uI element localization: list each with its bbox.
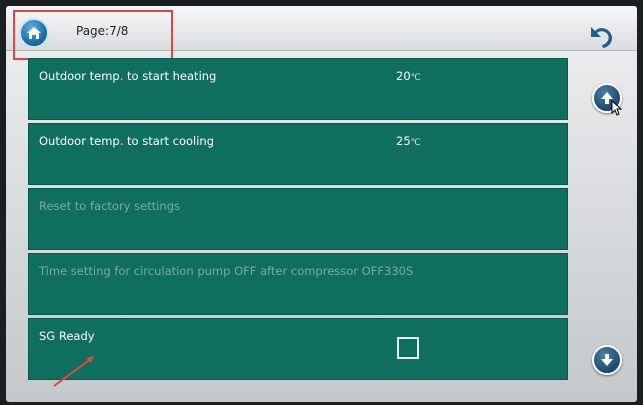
home-icon — [27, 27, 41, 39]
annotation-arrow-icon — [53, 356, 94, 387]
setting-value: 330S — [384, 264, 414, 278]
undo-back-icon — [591, 27, 613, 48]
mouse-cursor-icon — [611, 100, 623, 116]
setting-label: Outdoor temp. to start cooling — [39, 134, 215, 148]
arrow-down-icon — [601, 354, 613, 366]
setting-row-factory-reset[interactable]: Reset to factory settings — [28, 188, 568, 250]
setting-value: 25℃ — [396, 134, 421, 148]
home-button[interactable] — [19, 18, 49, 48]
setting-label: Time setting for circulation pump OFF af… — [39, 264, 384, 278]
hmi-screen: Page:7/8 Outdoor temp. to start heating … — [6, 6, 637, 402]
setting-label: Reset to factory settings — [39, 199, 180, 213]
page-indicator: Page:7/8 — [76, 24, 129, 38]
sg-ready-checkbox[interactable] — [397, 337, 419, 359]
settings-list: Outdoor temp. to start heating 20℃ Outdo… — [28, 58, 568, 383]
setting-label: Outdoor temp. to start heating — [39, 69, 217, 83]
setting-row-cooling-start[interactable]: Outdoor temp. to start cooling 25℃ — [28, 123, 568, 185]
back-button[interactable] — [585, 23, 615, 49]
setting-label: SG Ready — [39, 329, 95, 343]
setting-row-pump-off-delay[interactable]: Time setting for circulation pump OFF af… — [28, 253, 568, 315]
setting-row-heating-start[interactable]: Outdoor temp. to start heating 20℃ — [28, 58, 568, 120]
setting-value: 20℃ — [396, 69, 421, 83]
scroll-down-button[interactable] — [592, 345, 622, 375]
setting-row-sg-ready[interactable]: SG Ready — [28, 318, 568, 380]
